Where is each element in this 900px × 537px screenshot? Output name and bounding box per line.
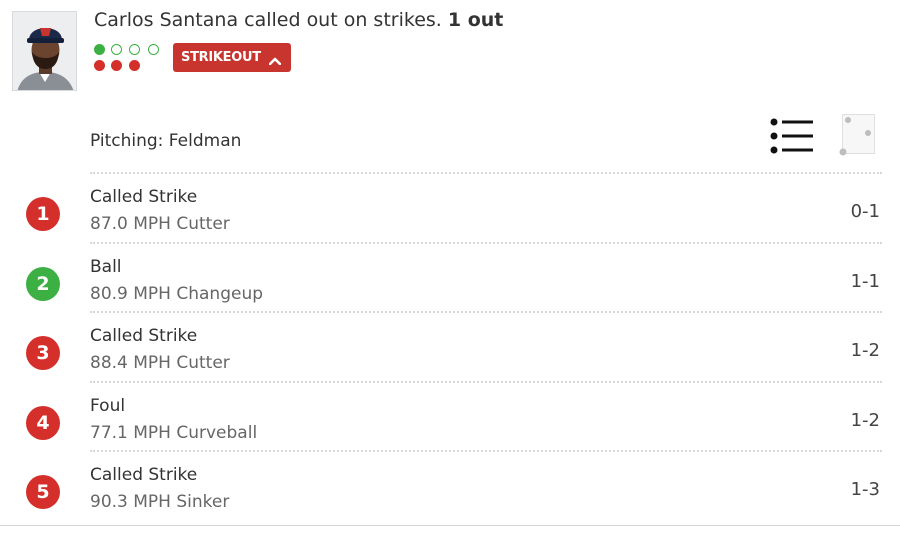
ball-dot-empty [111,44,122,55]
outs-count: 1 out [447,9,504,31]
row-divider [90,241,882,244]
strike-zone-view-icon[interactable] [838,114,875,156]
strike-dot-filled [111,60,122,71]
pitch-count: 0-1 [850,201,880,222]
pitch-number-badge: 1 [26,197,60,231]
pitch-count: 1-2 [850,340,880,361]
pitch-result: Ball [90,256,122,277]
pitch-count: 1-3 [850,479,880,500]
strike-dot-filled [94,60,105,71]
row-divider [90,450,882,452]
pitch-result: Called Strike [90,326,198,346]
pitch-number-badge: 2 [26,266,60,301]
pitch-count: 1-1 [850,270,880,292]
pitcher-label: Pitching: Feldman [90,131,242,151]
badge-label: STRIKEOUT [181,50,261,65]
pitch-type: 77.1 MPH Curveball [90,422,258,443]
pitch-row: 4 Foul 77.1 MPH Curveball 1-2 [0,380,900,451]
strikeout-badge-button[interactable]: STRIKEOUT [173,43,291,72]
player-avatar [12,11,77,91]
pitch-row: 3 Called Strike 88.4 MPH Cutter 1-2 [0,311,900,381]
row-divider [90,172,882,174]
play-header: Carlos Santana called out on strikes. 1 … [0,0,900,100]
pitch-row: 1 Called Strike 87.0 MPH Cutter 0-1 [0,172,900,242]
ball-dot-empty [129,44,140,55]
count-dots [93,43,167,75]
pitch-list: 1 Called Strike 87.0 MPH Cutter 0-1 2 Ba… [0,172,900,520]
pitch-type: 87.0 MPH Cutter [90,214,230,234]
pitch-result: Called Strike [90,465,198,485]
pitch-row: 5 Called Strike 90.3 MPH Sinker 1-3 [0,450,900,520]
list-view-icon[interactable] [770,118,814,154]
pitch-result: Foul [90,395,126,416]
row-divider [90,380,882,383]
row-divider [90,311,882,313]
bottom-divider [0,525,900,526]
strike-dot-filled [129,60,140,71]
pitch-number-badge: 4 [26,405,60,440]
chevron-up-icon [268,54,282,65]
pitch-result: Called Strike [90,187,198,207]
ball-dot-filled [94,44,105,55]
play-description-text: Carlos Santana called out on strikes. [94,9,442,31]
play-description: Carlos Santana called out on strikes. 1 … [94,9,503,31]
pitch-number-badge: 3 [26,336,60,370]
pitch-number-badge: 5 [26,475,60,509]
pitch-row: 2 Ball 80.9 MPH Changeup 1-1 [0,241,900,312]
ball-dot-empty [148,44,159,55]
pitch-type: 80.9 MPH Changeup [90,283,264,304]
pitch-count: 1-2 [850,409,880,431]
pitch-type: 88.4 MPH Cutter [90,353,230,373]
pitch-type: 90.3 MPH Sinker [90,492,230,512]
